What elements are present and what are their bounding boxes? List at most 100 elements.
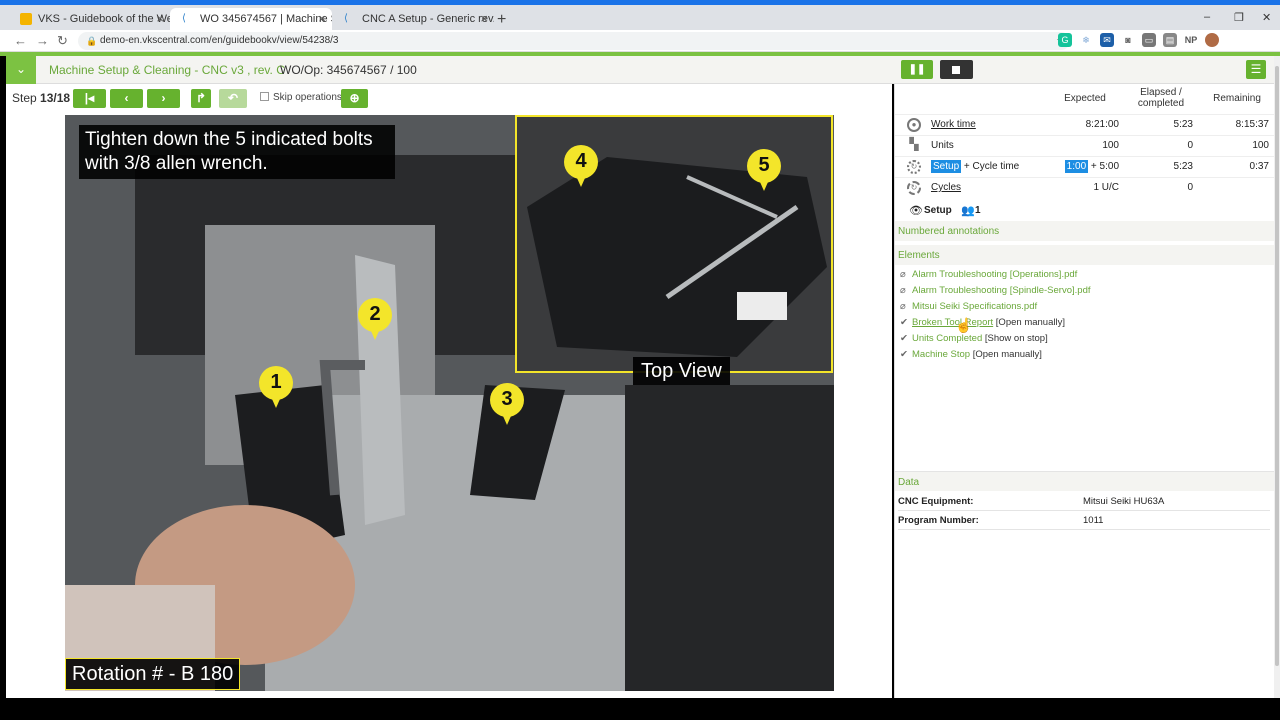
- new-tab-button[interactable]: +: [497, 11, 506, 29]
- vks-icon: ⟨: [344, 13, 356, 25]
- url-text: demo-en.vkscentral.com/en/guidebookv/vie…: [100, 35, 339, 46]
- browser-tab-bar: VKS - Guidebook of the Week - C × ⟨ WO 3…: [0, 5, 1280, 30]
- scrollbar-thumb[interactable]: [1275, 66, 1279, 666]
- stop-icon: [952, 66, 960, 74]
- vks-icon: ⟨: [182, 13, 194, 25]
- mode-indicator: 👁 Setup 👥 1: [895, 199, 1275, 221]
- app-header: ⌄ Machine Setup & Cleaning - CNC v3 , re…: [6, 56, 1274, 84]
- chevron-down-icon[interactable]: ⌄: [6, 56, 36, 84]
- work-time-row: ● Work time 8:21:00 5:23 8:15:37: [895, 114, 1275, 135]
- zoom-button[interactable]: ⊕: [341, 89, 368, 108]
- screen-icon[interactable]: ▭: [1142, 33, 1156, 47]
- data-row-equipment: CNC Equipment: Mitsui Seiki HU63A: [898, 492, 1270, 511]
- setup-cycle-expected: 1:00 + 5:00: [1064, 160, 1119, 173]
- element-item[interactable]: ⌀ Mitsui Seiki Specifications.pdf: [900, 301, 1037, 312]
- element-item[interactable]: ⌀ Alarm Troubleshooting [Operations].pdf: [900, 269, 1077, 280]
- data-key: Program Number:: [898, 515, 979, 526]
- work-time-elapsed: 5:23: [1173, 119, 1193, 130]
- data-row-program: Program Number: 1011: [898, 511, 1270, 530]
- work-time-label[interactable]: Work time: [931, 119, 976, 130]
- browser-tab-2[interactable]: ⟨ WO 345674567 | Machine Setup ×: [170, 8, 332, 30]
- camera-icon[interactable]: ◙: [1121, 33, 1135, 47]
- setup-cycle-elapsed: 5:23: [1173, 161, 1193, 172]
- maximize-button[interactable]: ❐: [1234, 11, 1244, 24]
- mail-icon[interactable]: ✉: [1100, 33, 1114, 47]
- units-elapsed: 0: [1187, 140, 1193, 151]
- np-extension[interactable]: NP: [1184, 33, 1198, 47]
- skip-operations-checkbox[interactable]: Skip operations: [260, 92, 342, 103]
- mouse-cursor-icon: ☝: [955, 317, 973, 333]
- annotation-pin-4[interactable]: 4: [564, 145, 598, 189]
- close-icon[interactable]: ×: [480, 8, 488, 30]
- first-step-button[interactable]: |◂: [73, 89, 106, 108]
- operator-count: 1: [975, 205, 981, 216]
- top-view-label: Top View: [633, 357, 730, 385]
- undo-button[interactable]: ↶: [219, 89, 247, 108]
- work-order-op: WO/Op: 345674567 / 100: [280, 63, 417, 77]
- tab-title: CNC A Setup - Generic rev. | 544: [362, 13, 494, 25]
- address-bar-row: ← → ↻ 🔒 demo-en.vkscentral.com/en/guideb…: [0, 30, 1280, 52]
- units-label: Units: [931, 140, 954, 151]
- grammarly-icon[interactable]: G: [1058, 33, 1072, 47]
- cycles-row: ↻ Cycles 1 U/C 0: [895, 177, 1275, 198]
- stop-button[interactable]: [940, 60, 973, 79]
- remaining-header: Remaining: [1213, 92, 1261, 104]
- extension-icons: G ❄ ✉ ◙ ▭ ▤ NP: [1058, 33, 1219, 49]
- attachment-icon: ⌀: [900, 301, 906, 312]
- element-item[interactable]: ⌀ Alarm Troubleshooting [Spindle-Servo].p…: [900, 285, 1091, 296]
- browser-tab-1[interactable]: VKS - Guidebook of the Week - C ×: [8, 8, 170, 30]
- work-time-expected: 8:21:00: [1085, 119, 1119, 130]
- info-pane: Expected Elapsed / completed Remaining ●…: [894, 84, 1275, 698]
- check-icon: ✔: [900, 333, 908, 344]
- clock-icon: ●: [907, 118, 921, 132]
- minimize-button[interactable]: –: [1204, 11, 1210, 23]
- menu-button[interactable]: ☰: [1246, 60, 1266, 79]
- top-view-inset: [515, 115, 833, 373]
- annotation-pin-1[interactable]: 1: [259, 366, 293, 410]
- users-icon: 👥: [961, 205, 975, 217]
- snowflake-icon[interactable]: ❄: [1079, 33, 1093, 47]
- prev-step-button[interactable]: ‹: [110, 89, 143, 108]
- check-icon: ✔: [900, 349, 908, 360]
- close-window-button[interactable]: ✕: [1262, 11, 1271, 24]
- check-icon: ✔: [900, 317, 908, 328]
- jump-button[interactable]: ↱: [191, 89, 211, 108]
- guide-title[interactable]: Machine Setup & Cleaning - CNC v3 , rev.…: [49, 63, 285, 77]
- numbered-annotations-section[interactable]: Numbered annotations: [895, 221, 1275, 241]
- back-icon[interactable]: ←: [14, 33, 27, 48]
- instruction-pane: Step 13/18 |◂ ‹ › ↱ ↶ Skip operations ⊕: [6, 84, 892, 698]
- element-item[interactable]: ✔ Broken Tool Report [Open manually]: [900, 317, 1065, 328]
- setup-cycle-row: ↻ Setup + Cycle time 1:00 + 5:00 5:23 0:…: [895, 156, 1275, 177]
- next-step-button[interactable]: ›: [147, 89, 180, 108]
- cycles-label[interactable]: Cycles: [931, 182, 961, 193]
- browser-tab-3[interactable]: ⟨ CNC A Setup - Generic rev. | 544 ×: [332, 8, 494, 30]
- annotation-pin-5[interactable]: 5: [747, 149, 781, 193]
- close-icon[interactable]: ×: [318, 8, 326, 30]
- step-image[interactable]: Tighten down the 5 indicated bolts with …: [65, 115, 834, 691]
- url-field[interactable]: 🔒 demo-en.vkscentral.com/en/guidebookv/v…: [78, 32, 1070, 50]
- rotation-label: Rotation # - B 180: [65, 658, 241, 690]
- data-key: CNC Equipment:: [898, 496, 974, 507]
- cycles-expected: 1 U/C: [1093, 182, 1119, 193]
- scrollbar[interactable]: [1274, 56, 1280, 698]
- pause-button[interactable]: ❚❚: [901, 60, 933, 79]
- close-icon[interactable]: ×: [156, 8, 164, 30]
- annotation-pin-3[interactable]: 3: [490, 383, 524, 427]
- element-item[interactable]: ✔ Units Completed [Show on stop]: [900, 333, 1048, 344]
- element-item[interactable]: ✔ Machine Stop [Open manually]: [900, 349, 1042, 360]
- units-icon: ▚: [909, 137, 919, 151]
- forward-icon[interactable]: →: [36, 33, 49, 48]
- setup-cycle-label: Setup + Cycle time: [931, 160, 1020, 173]
- avatar[interactable]: [1205, 33, 1219, 47]
- reload-icon[interactable]: ↻: [57, 33, 68, 49]
- data-value: 1011: [1083, 515, 1104, 526]
- step-indicator: Step 13/18: [12, 91, 71, 105]
- cycles-icon: ↻: [907, 181, 921, 195]
- cycles-elapsed: 0: [1187, 182, 1193, 193]
- attachment-icon: ⌀: [900, 285, 906, 296]
- tab-title: WO 345674567 | Machine Setup: [200, 13, 332, 25]
- eye-icon: 👁: [909, 205, 923, 217]
- window-icon[interactable]: ▤: [1163, 33, 1177, 47]
- elapsed-header: Elapsed / completed: [1137, 87, 1185, 109]
- annotation-pin-2[interactable]: 2: [358, 298, 392, 342]
